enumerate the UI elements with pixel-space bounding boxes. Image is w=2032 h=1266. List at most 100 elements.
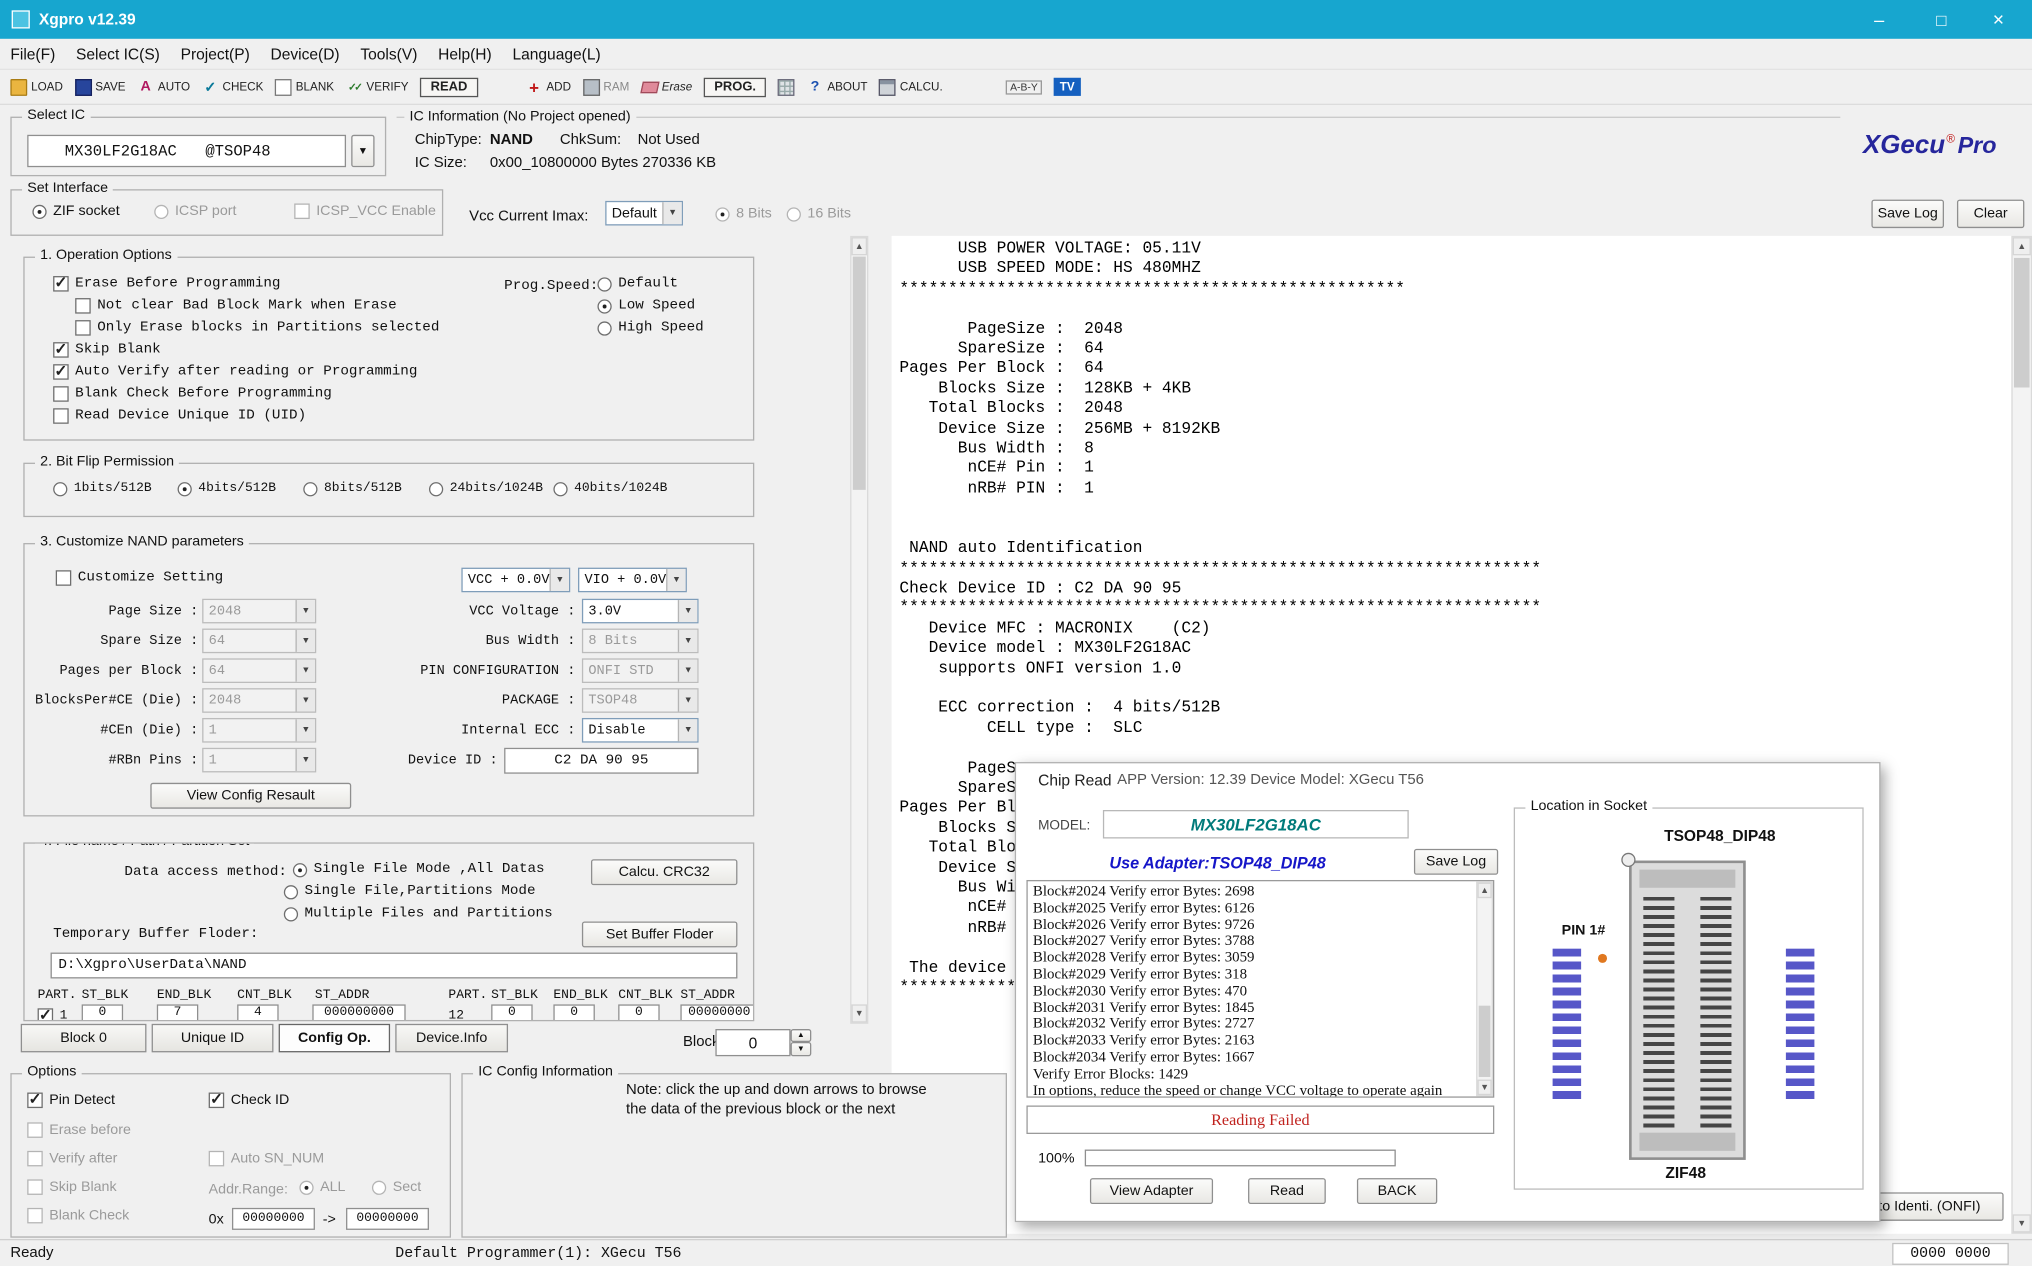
menu-help[interactable]: Help(H) [428, 45, 502, 63]
partition-1-checkbox[interactable] [38, 1008, 54, 1021]
menu-project[interactable]: Project(P) [170, 45, 260, 63]
scrollbar-thumb[interactable] [1479, 1006, 1491, 1077]
blank-check-before-programming-checkbox[interactable]: Blank Check Before Programming [53, 386, 332, 402]
skip-blank-checkbox[interactable]: Skip Blank [53, 342, 161, 358]
menu-file[interactable]: File(F) [0, 45, 66, 63]
vio-offset-combobox[interactable]: VIO + 0.0V▼ [578, 568, 687, 593]
clear-button[interactable]: Clear [1957, 200, 2024, 229]
scroll-down-arrow[interactable]: ▼ [851, 1004, 867, 1022]
scroll-up-arrow[interactable]: ▲ [1477, 883, 1491, 899]
toolbar-save[interactable]: SAVE [75, 78, 126, 95]
temp-buffer-path-field[interactable]: D:\Xgpro\UserData\NAND [51, 953, 738, 979]
endblk-right-field[interactable]: 0 [553, 1004, 594, 1021]
internal-ecc-combobox[interactable]: Disable▼ [582, 718, 699, 743]
toolbar-about[interactable]: ?ABOUT [807, 78, 868, 95]
tab-block0[interactable]: Block 0 [21, 1024, 147, 1053]
erase-before-programming-checkbox[interactable]: Erase Before Programming [53, 276, 280, 292]
scroll-down-arrow[interactable]: ▼ [1477, 1080, 1491, 1096]
bitflip-8bits-radio[interactable]: 8bits/512B [303, 482, 402, 496]
dialog-back-button[interactable]: BACK [1357, 1178, 1437, 1204]
view-config-result-button[interactable]: View Config Resault [150, 783, 351, 809]
single-file-partitions-radio[interactable]: Single File,Partitions Mode [284, 884, 536, 900]
read-uid-checkbox[interactable]: Read Device Unique ID (UID) [53, 408, 306, 424]
toolbar-load[interactable]: LOAD [10, 78, 63, 95]
staddr-left-field[interactable]: 000000000 [312, 1004, 405, 1021]
scrollbar-thumb[interactable] [2014, 258, 2030, 388]
view-adapter-button[interactable]: View Adapter [1090, 1178, 1213, 1204]
bitflip-1bits-radio[interactable]: 1bits/512B [53, 482, 152, 496]
menu-select-ic[interactable]: Select IC(S) [66, 45, 171, 63]
speed-low-radio[interactable]: Low Speed [597, 298, 695, 314]
block-number-field[interactable]: 0 [715, 1029, 790, 1056]
select-ic-dropdown-button[interactable]: ▼ [351, 135, 374, 167]
dialog-save-log-button[interactable]: Save Log [1414, 849, 1498, 875]
toolbar-blank[interactable]: BLANK [275, 78, 334, 95]
tab-unique-id[interactable]: Unique ID [152, 1024, 274, 1053]
log-scrollbar[interactable]: ▲ ▼ [2011, 236, 2032, 1234]
staddr-right-field[interactable]: 00000000 [680, 1004, 754, 1021]
minimize-button[interactable]: – [1853, 0, 1905, 39]
toolbar-auto[interactable]: AAUTO [137, 78, 190, 95]
select-ic-combobox[interactable]: MX30LF2G18AC @TSOP48 [27, 135, 346, 167]
toolbar-add[interactable]: +ADD [526, 78, 571, 95]
stblk-left-field[interactable]: 0 [82, 1004, 123, 1021]
not-clear-bad-block-checkbox[interactable]: Not clear Bad Block Mark when Erase [75, 298, 396, 314]
auto-verify-checkbox[interactable]: Auto Verify after reading or Programming [53, 364, 417, 380]
spinner-up-button[interactable]: ▲ [791, 1029, 812, 1042]
toolbar-read[interactable]: READ [420, 77, 477, 96]
bitflip-40bits-radio[interactable]: 40bits/1024B [553, 482, 667, 496]
addr-to-field[interactable]: 00000000 [346, 1208, 429, 1230]
left-panel-scrollbar[interactable]: ▲ ▼ [850, 236, 868, 1024]
menu-language[interactable]: Language(L) [502, 45, 611, 63]
menu-tools[interactable]: Tools(V) [350, 45, 428, 63]
toolbar-check[interactable]: ✓CHECK [202, 78, 264, 95]
vcc-imax-combobox[interactable]: Default▼ [605, 201, 683, 226]
bitflip-24bits-radio[interactable]: 24bits/1024B [429, 482, 543, 496]
toolbar-ram[interactable]: RAM [583, 78, 630, 95]
toolbar-ab-compare[interactable]: A-B-Y [1006, 80, 1041, 94]
dropdown-arrow-icon[interactable]: ▼ [550, 569, 569, 591]
only-erase-partitions-checkbox[interactable]: Only Erase blocks in Partitions selected [75, 320, 439, 336]
bitflip-4bits-radio[interactable]: 4bits/512B [178, 482, 277, 496]
customize-setting-checkbox[interactable]: Customize Setting [56, 570, 223, 586]
dialog-read-button[interactable]: Read [1248, 1178, 1326, 1204]
endblk-left-field[interactable]: 7 [157, 1004, 198, 1021]
zif-socket-radio[interactable]: ZIF socket [32, 203, 119, 219]
speed-default-radio[interactable]: Default [597, 276, 678, 292]
tab-config-op[interactable]: Config Op. [279, 1024, 390, 1053]
dropdown-arrow-icon[interactable]: ▼ [666, 569, 685, 591]
set-buffer-folder-button[interactable]: Set Buffer Floder [582, 921, 738, 947]
vcc-voltage-combobox[interactable]: 3.0V▼ [582, 599, 699, 624]
toolbar-calcu[interactable]: CALCU. [879, 78, 943, 95]
multiple-files-radio[interactable]: Multiple Files and Partitions [284, 906, 553, 922]
scrollbar-thumb[interactable] [853, 257, 866, 490]
dropdown-arrow-icon[interactable]: ▼ [662, 202, 681, 224]
dropdown-arrow-icon[interactable]: ▼ [678, 600, 697, 622]
toolbar-tv[interactable]: TV [1053, 78, 1081, 96]
toolbar-verify[interactable]: ✓✓VERIFY [346, 78, 409, 95]
pin-detect-checkbox[interactable]: Pin Detect [27, 1093, 115, 1109]
tab-device-info[interactable]: Device.Info [395, 1024, 508, 1053]
toolbar-ic-grid[interactable] [778, 78, 795, 95]
single-file-all-radio[interactable]: Single File Mode ,All Datas [293, 862, 545, 878]
close-button[interactable]: × [1973, 0, 2025, 39]
scroll-down-arrow[interactable]: ▼ [2013, 1214, 2031, 1232]
scroll-up-arrow[interactable]: ▲ [2013, 237, 2031, 255]
list-scrollbar[interactable]: ▲ ▼ [1476, 881, 1493, 1096]
verify-error-list[interactable]: Block#2024 Verify error Bytes: 2698 Bloc… [1026, 880, 1494, 1098]
spinner-down-button[interactable]: ▼ [791, 1042, 812, 1056]
stblk-right-field[interactable]: 0 [491, 1004, 532, 1021]
save-log-button[interactable]: Save Log [1871, 200, 1944, 229]
addr-from-field[interactable]: 00000000 [232, 1208, 315, 1230]
toolbar-prog[interactable]: PROG. [704, 77, 767, 96]
dropdown-arrow-icon[interactable]: ▼ [678, 719, 697, 741]
menu-device[interactable]: Device(D) [260, 45, 350, 63]
maximize-button[interactable]: □ [1915, 0, 1967, 39]
speed-high-radio[interactable]: High Speed [597, 320, 703, 336]
cntblk-left-field[interactable]: 4 [237, 1004, 278, 1021]
scroll-up-arrow[interactable]: ▲ [851, 237, 867, 255]
check-id-checkbox[interactable]: Check ID [209, 1093, 290, 1109]
vcc-offset-combobox[interactable]: VCC + 0.0V▼ [461, 568, 570, 593]
toolbar-erase[interactable]: Erase [641, 80, 692, 93]
device-id-field[interactable]: C2 DA 90 95 [504, 748, 698, 774]
